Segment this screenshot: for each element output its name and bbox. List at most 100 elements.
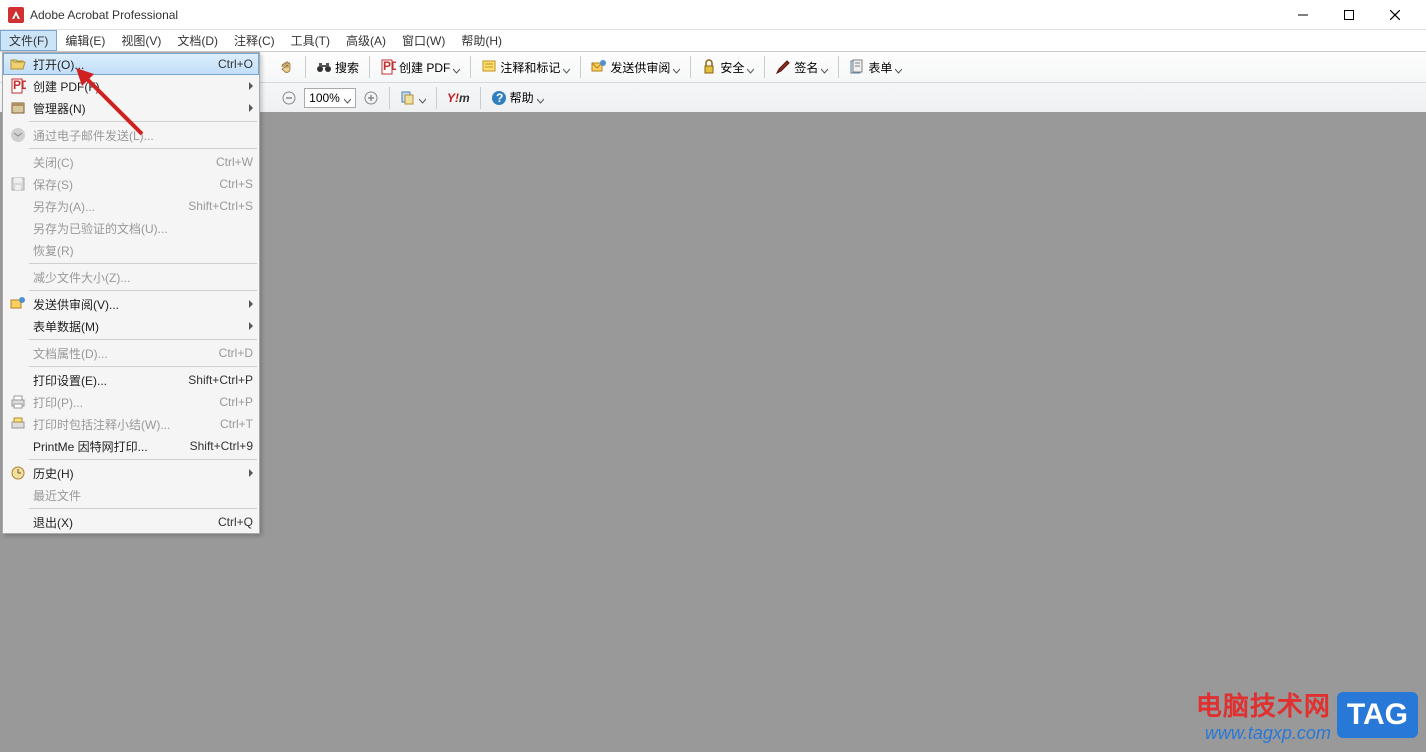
menu-doc-props[interactable]: 文档属性(D)... Ctrl+D [3, 342, 259, 364]
tb-comment-mark[interactable]: 注释和标记 [476, 55, 575, 79]
window-title: Adobe Acrobat Professional [30, 8, 1280, 22]
menu-edit[interactable]: 编辑(E) [57, 30, 113, 51]
tb-send-review-label: 发送供审阅 [610, 59, 670, 76]
menu-close-label: 关闭(C) [33, 154, 204, 171]
tb-hand-tool[interactable] [274, 55, 300, 79]
zoom-value[interactable]: 100% [304, 88, 356, 108]
menu-create-pdf[interactable]: PDF 创建 PDF(F) [3, 75, 259, 97]
menu-separator [29, 339, 257, 340]
separator [436, 87, 437, 109]
separator [838, 56, 839, 78]
menu-print-setup[interactable]: 打印设置(E)... Shift+Ctrl+P [3, 369, 259, 391]
file-menu-dropdown: 打开(O)... Ctrl+O PDF 创建 PDF(F) 管理器(N) 通过电… [2, 52, 260, 534]
minimize-button[interactable] [1280, 0, 1326, 30]
menu-comment[interactable]: 注释(C) [226, 30, 283, 51]
menu-exit[interactable]: 退出(X) Ctrl+Q [3, 511, 259, 533]
tb-help[interactable]: ? 帮助 [486, 86, 549, 110]
menu-separator [29, 290, 257, 291]
menu-document[interactable]: 文档(D) [169, 30, 226, 51]
tb-forms-label: 表单 [868, 59, 892, 76]
tb-send-review[interactable]: 发送供审阅 [586, 55, 685, 79]
chevron-down-icon [821, 64, 828, 71]
menu-separator [29, 148, 257, 149]
menu-save-as[interactable]: 另存为(A)... Shift+Ctrl+S [3, 195, 259, 217]
menu-window[interactable]: 窗口(W) [394, 30, 453, 51]
watermark: 电脑技术网 www.tagxp.com TAG [1196, 686, 1418, 744]
send-review-icon [9, 295, 27, 313]
menu-revert[interactable]: 恢复(R) [3, 239, 259, 261]
plus-circle-icon [363, 90, 379, 106]
tb-sign[interactable]: 签名 [770, 55, 833, 79]
tb-object-data[interactable] [395, 86, 431, 110]
svg-text:?: ? [496, 91, 503, 105]
forms-icon [849, 59, 865, 75]
tb-zoom-in[interactable] [358, 86, 384, 110]
chevron-down-icon [419, 94, 426, 101]
menu-doc-props-label: 文档属性(D)... [33, 345, 207, 362]
tb-security[interactable]: 安全 [696, 55, 759, 79]
chevron-down-icon [344, 94, 351, 101]
tb-sign-label: 签名 [794, 59, 818, 76]
menu-save-as-label: 另存为(A)... [33, 198, 176, 215]
menu-file[interactable]: 文件(F) [0, 30, 57, 51]
separator [764, 56, 765, 78]
separator [690, 56, 691, 78]
close-button[interactable] [1372, 0, 1418, 30]
help-icon: ? [491, 90, 507, 106]
menu-close[interactable]: 关闭(C) Ctrl+W [3, 151, 259, 173]
chevron-down-icon [673, 64, 680, 71]
yahoo-icon: Y!m [447, 90, 470, 106]
separator [480, 87, 481, 109]
menu-print-setup-label: 打印设置(E)... [33, 372, 176, 389]
menu-tools[interactable]: 工具(T) [283, 30, 338, 51]
tb-create-pdf[interactable]: PDF 创建 PDF [375, 55, 465, 79]
tb-yahoo[interactable]: Y!m [442, 86, 475, 110]
menu-save[interactable]: 保存(S) Ctrl+S [3, 173, 259, 195]
submenu-arrow-icon [249, 82, 253, 90]
tb-search[interactable]: 搜索 [311, 55, 364, 79]
clock-icon [9, 464, 27, 482]
menu-form-data[interactable]: 表单数据(M) [3, 315, 259, 337]
menu-doc-props-shortcut: Ctrl+D [219, 346, 253, 360]
app-icon [8, 7, 24, 23]
menu-print-comments-shortcut: Ctrl+T [220, 417, 253, 431]
separator [369, 56, 370, 78]
menu-open[interactable]: 打开(O)... Ctrl+O [3, 53, 259, 75]
menu-view[interactable]: 视图(V) [113, 30, 169, 51]
pdf-icon: PDF [380, 59, 396, 75]
tb-forms[interactable]: 表单 [844, 55, 907, 79]
menu-printme[interactable]: PrintMe 因特网打印... Shift+Ctrl+9 [3, 435, 259, 457]
submenu-arrow-icon [249, 300, 253, 308]
menu-save-cert-label: 另存为已验证的文档(U)... [33, 220, 253, 237]
menu-save-label: 保存(S) [33, 176, 207, 193]
pdf-icon: PDF [9, 77, 27, 95]
menu-create-pdf-label: 创建 PDF(F) [33, 78, 249, 95]
menu-email-label: 通过电子邮件发送(L)... [33, 127, 253, 144]
menu-help[interactable]: 帮助(H) [453, 30, 510, 51]
menu-advanced[interactable]: 高级(A) [338, 30, 394, 51]
pen-icon [775, 59, 791, 75]
menu-print-comments[interactable]: 打印时包括注释小结(W)... Ctrl+T [3, 413, 259, 435]
svg-text:PDF: PDF [13, 78, 26, 92]
chevron-down-icon [747, 64, 754, 71]
menu-history[interactable]: 历史(H) [3, 462, 259, 484]
maximize-button[interactable] [1326, 0, 1372, 30]
tb-zoom-out[interactable] [276, 86, 302, 110]
menu-recent-label: 最近文件 [33, 487, 253, 504]
menu-print[interactable]: 打印(P)... Ctrl+P [3, 391, 259, 413]
binoculars-icon [316, 59, 332, 75]
menu-reduce[interactable]: 减少文件大小(Z)... [3, 266, 259, 288]
menu-organizer[interactable]: 管理器(N) [3, 97, 259, 119]
chevron-down-icon [453, 64, 460, 71]
svg-text:PDF: PDF [383, 59, 396, 73]
send-review-icon [591, 59, 607, 75]
menu-close-shortcut: Ctrl+W [216, 155, 253, 169]
menu-save-cert[interactable]: 另存为已验证的文档(U)... [3, 217, 259, 239]
menu-recent[interactable]: 最近文件 [3, 484, 259, 506]
menu-open-label: 打开(O)... [33, 56, 206, 73]
menu-reduce-label: 减少文件大小(Z)... [33, 269, 253, 286]
menu-save-as-shortcut: Shift+Ctrl+S [188, 199, 253, 213]
window-controls [1280, 0, 1418, 30]
menu-email[interactable]: 通过电子邮件发送(L)... [3, 124, 259, 146]
menu-send-review[interactable]: 发送供审阅(V)... [3, 293, 259, 315]
